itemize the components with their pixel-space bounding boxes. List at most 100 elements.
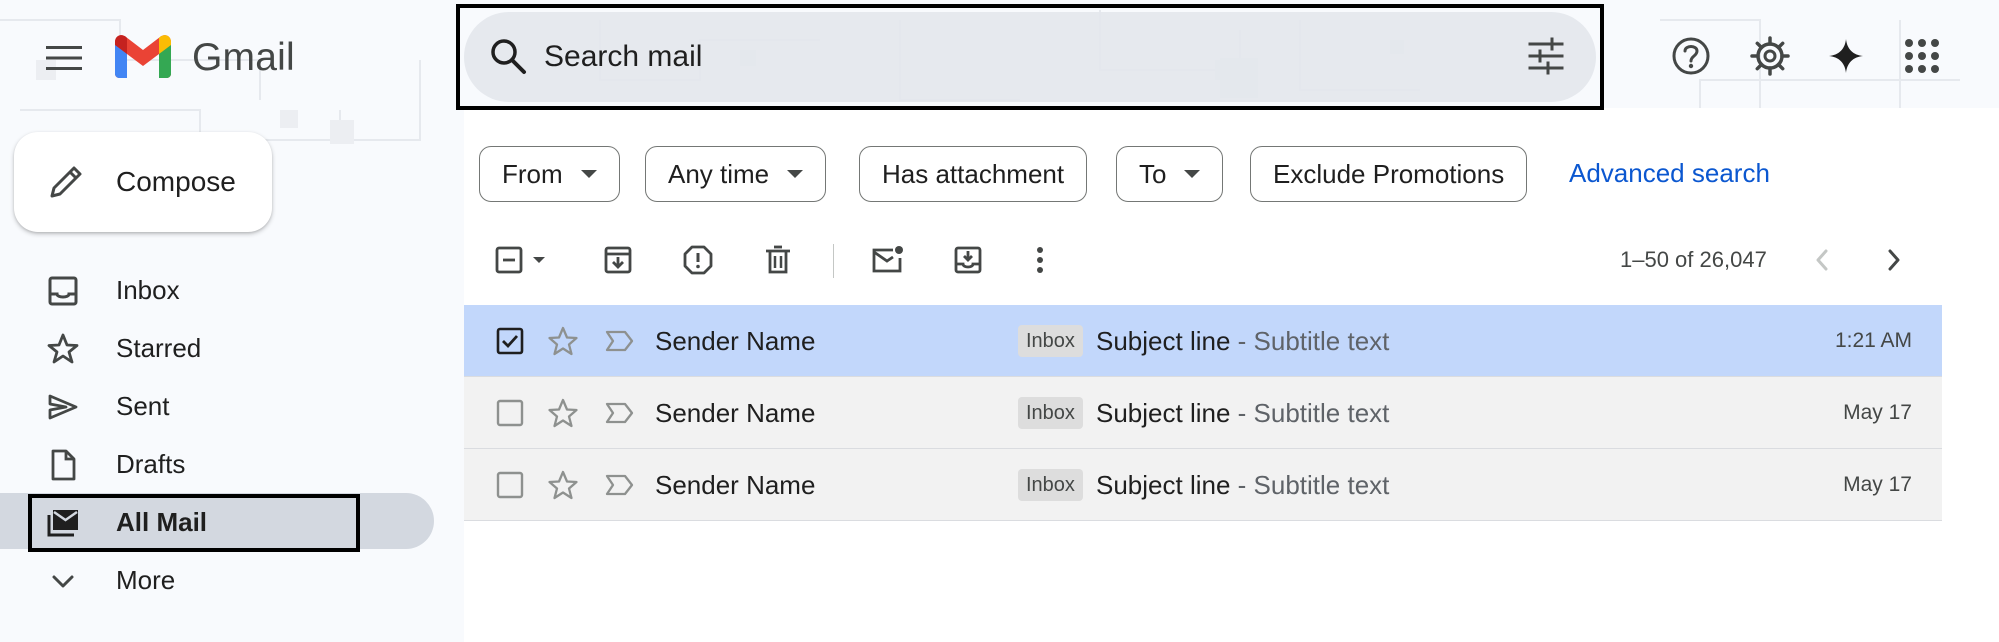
toolbar-divider	[833, 244, 834, 278]
chevron-right-icon	[1888, 249, 1900, 271]
email-label-chip[interactable]: Inbox	[1018, 397, 1083, 429]
email-separator: -	[1230, 470, 1254, 500]
search-button[interactable]	[488, 36, 528, 76]
mark-unread-icon	[872, 246, 903, 273]
sidebar-item-all-mail[interactable]: All Mail	[0, 494, 434, 550]
move-to-inbox-icon	[954, 246, 982, 274]
pencil-icon	[50, 166, 82, 198]
select-all-button[interactable]	[490, 240, 560, 280]
send-icon	[48, 394, 78, 420]
report-spam-button[interactable]	[678, 240, 718, 280]
importance-marker-icon[interactable]	[603, 325, 635, 357]
move-to-inbox-button[interactable]	[948, 240, 988, 280]
sidebar-item-label: Inbox	[116, 275, 180, 305]
delete-button[interactable]	[758, 240, 798, 280]
dropdown-caret-icon	[1184, 170, 1201, 178]
checkbox-checked-icon[interactable]	[495, 326, 525, 356]
apps-grid-icon	[1905, 39, 1939, 73]
search-options-button[interactable]	[1526, 36, 1566, 76]
email-label-chip[interactable]: Inbox	[1018, 469, 1083, 501]
star-icon[interactable]	[547, 325, 579, 357]
pagination-count: 1–50 of 26,047	[1620, 247, 1767, 272]
email-date: May 17	[1843, 473, 1912, 496]
more-actions-button[interactable]	[1020, 240, 1060, 280]
email-sender: Sender Name	[655, 470, 816, 500]
sidebar-item-starred[interactable]: Starred	[0, 320, 434, 376]
email-subject: Subject line	[1096, 326, 1231, 356]
star-icon	[47, 333, 79, 364]
email-separator: -	[1230, 326, 1254, 356]
email-label-chip[interactable]: Inbox	[1018, 325, 1083, 357]
dropdown-caret-icon	[787, 170, 804, 178]
search-input[interactable]	[542, 28, 1506, 86]
email-separator: -	[1230, 398, 1254, 428]
email-date: May 17	[1843, 401, 1912, 424]
advanced-search-link[interactable]: Advanced search	[1569, 156, 1770, 190]
chip-label: From	[502, 158, 563, 189]
gemini-button[interactable]	[1824, 34, 1868, 78]
filter-chip-has-attachment[interactable]: Has attachment	[859, 146, 1088, 202]
mark-unread-button[interactable]	[868, 240, 908, 280]
filter-chip-from[interactable]: From	[479, 146, 620, 202]
sidebar-item-label: Sent	[116, 391, 170, 421]
apps-button[interactable]	[1900, 34, 1944, 78]
email-snippet: Subtitle text	[1253, 398, 1390, 428]
email-row[interactable]: Sender Name Inbox Subject line - Subtitl…	[464, 377, 1942, 449]
chip-label: Has attachment	[882, 158, 1065, 189]
delete-icon	[766, 245, 790, 274]
search-icon	[491, 39, 526, 74]
email-sender: Sender Name	[655, 326, 816, 356]
chevron-down-icon	[52, 575, 74, 588]
star-icon[interactable]	[547, 469, 579, 501]
email-snippet: Subtitle text	[1253, 470, 1390, 500]
compose-button[interactable]: Compose	[14, 132, 272, 232]
sidebar-item-sent[interactable]: Sent	[0, 378, 434, 434]
filter-chip-exclude-promotions[interactable]: Exclude Promotions	[1250, 146, 1528, 202]
sidebar-item-label: More	[116, 565, 176, 595]
gmail-logo[interactable]	[115, 34, 171, 78]
checkbox-icon[interactable]	[495, 470, 525, 500]
star-icon[interactable]	[547, 397, 579, 429]
sidebar-item-label: All Mail	[116, 507, 208, 537]
settings-button[interactable]	[1748, 34, 1792, 78]
sidebar-item-label: Drafts	[116, 449, 186, 479]
draft-icon	[51, 449, 76, 481]
chip-label: Exclude Promotions	[1273, 158, 1505, 189]
filter-chip-to[interactable]: To	[1116, 146, 1224, 202]
newer-page-button[interactable]	[1802, 240, 1842, 280]
main-menu-button[interactable]	[40, 38, 88, 78]
select-checkbox-icon	[495, 246, 545, 274]
filter-chip-any-time[interactable]: Any time	[645, 146, 827, 202]
search-options-icon	[1528, 37, 1564, 75]
checkbox-icon[interactable]	[495, 398, 525, 428]
menu-icon	[46, 46, 82, 70]
importance-marker-icon[interactable]	[603, 469, 635, 501]
sidebar-item-inbox[interactable]: Inbox	[0, 262, 434, 318]
sidebar-item-label: Starred	[116, 333, 202, 363]
gmail-logo-icon	[115, 35, 171, 78]
compose-label: Compose	[116, 166, 236, 197]
dropdown-caret-icon	[580, 170, 597, 178]
email-row[interactable]: Sender Name Inbox Subject line - Subtitl…	[464, 449, 1942, 521]
email-subject-line: Subject line - Subtitle text	[1096, 397, 1389, 429]
archive-icon	[604, 246, 632, 274]
archive-button[interactable]	[598, 240, 638, 280]
older-page-button[interactable]	[1874, 240, 1914, 280]
email-subject: Subject line	[1096, 398, 1231, 428]
email-row[interactable]: Sender Name Inbox Subject line - Subtitl…	[464, 305, 1942, 377]
importance-marker-icon[interactable]	[603, 397, 635, 429]
chevron-left-icon	[1816, 249, 1828, 271]
email-sender: Sender Name	[655, 398, 816, 428]
sidebar-item-drafts[interactable]: Drafts	[0, 436, 434, 492]
more-vert-icon	[1037, 247, 1043, 273]
email-snippet: Subtitle text	[1253, 326, 1390, 356]
help-button[interactable]	[1669, 34, 1713, 78]
email-date: 1:21 AM	[1834, 329, 1912, 352]
sidebar-item-more[interactable]: More	[0, 552, 434, 608]
email-subject-line: Subject line - Subtitle text	[1096, 469, 1389, 501]
gemini-sparkle-icon	[1829, 39, 1863, 73]
chip-label: Any time	[668, 158, 770, 189]
app-name: Gmail	[192, 36, 295, 79]
email-subject: Subject line	[1096, 470, 1231, 500]
email-subject-line: Subject line - Subtitle text	[1096, 325, 1389, 357]
